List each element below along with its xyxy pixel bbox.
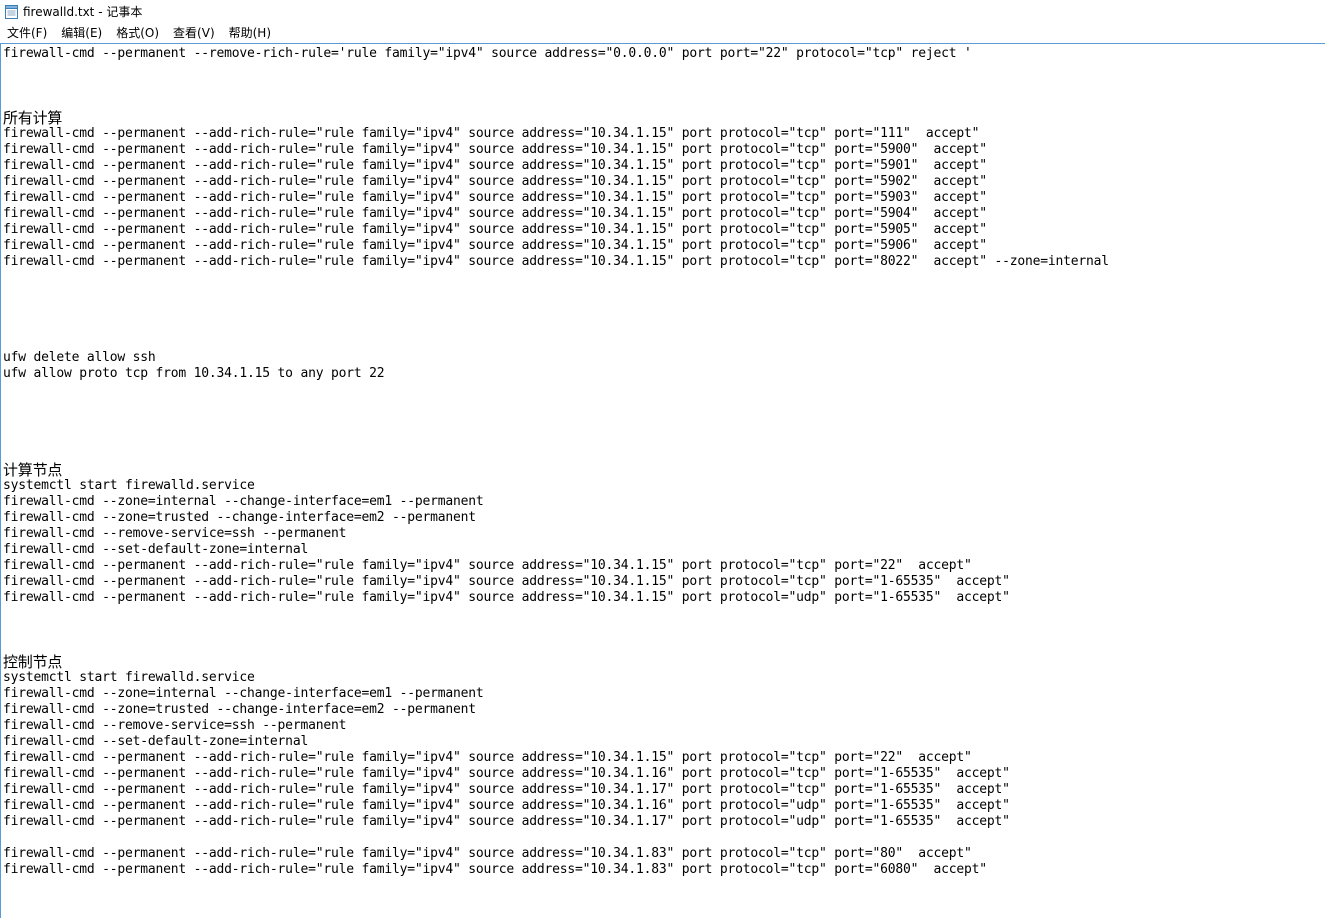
text-line: firewall-cmd --permanent --add-rich-rule… (3, 142, 987, 157)
menu-edit[interactable]: 编辑(E) (54, 23, 109, 42)
menu-file[interactable]: 文件(F) (0, 23, 54, 42)
text-line: firewall-cmd --zone=internal --change-in… (3, 686, 484, 701)
text-content[interactable]: firewall-cmd --permanent --remove-rich-r… (1, 44, 1325, 878)
text-line (3, 414, 1325, 430)
text-line: firewall-cmd --permanent --add-rich-rule… (3, 158, 987, 173)
title-bar: firewalld.txt - 记事本 (0, 0, 1325, 22)
text-line (3, 606, 1325, 622)
text-line (3, 622, 1325, 638)
text-line: firewall-cmd --remove-service=ssh --perm… (3, 718, 347, 733)
text-line: firewall-cmd --zone=internal --change-in… (3, 494, 484, 509)
text-line: firewall-cmd --permanent --add-rich-rule… (3, 574, 1010, 589)
text-editor-area[interactable]: firewall-cmd --permanent --remove-rich-r… (0, 43, 1325, 918)
menu-format[interactable]: 格式(O) (109, 23, 166, 42)
text-line: firewall-cmd --permanent --add-rich-rule… (3, 174, 987, 189)
menu-view[interactable]: 查看(V) (166, 23, 222, 42)
text-line: firewall-cmd --permanent --add-rich-rule… (3, 750, 972, 765)
text-line: firewall-cmd --permanent --add-rich-rule… (3, 126, 980, 141)
section-heading-line: 计算节点 (3, 461, 63, 479)
text-line: firewall-cmd --zone=trusted --change-int… (3, 702, 476, 717)
text-line: firewall-cmd --remove-service=ssh --perm… (3, 526, 347, 541)
text-line: firewall-cmd --permanent --add-rich-rule… (3, 862, 987, 877)
text-line (3, 270, 1325, 286)
text-line (3, 430, 1325, 446)
section-heading-line: 控制节点 (3, 653, 63, 671)
text-line: firewall-cmd --permanent --add-rich-rule… (3, 558, 972, 573)
text-line (3, 830, 1325, 846)
notepad-window: firewalld.txt - 记事本 文件(F) 编辑(E) 格式(O) 查看… (0, 0, 1325, 918)
text-line (3, 286, 1325, 302)
text-line: firewall-cmd --set-default-zone=internal (3, 542, 309, 557)
text-line: systemctl start firewalld.service (3, 478, 255, 493)
text-line (3, 334, 1325, 350)
text-line: firewall-cmd --permanent --add-rich-rule… (3, 766, 1010, 781)
text-line: firewall-cmd --permanent --add-rich-rule… (3, 590, 1010, 605)
text-line (3, 318, 1325, 334)
text-line: firewall-cmd --permanent --add-rich-rule… (3, 206, 987, 221)
menu-help[interactable]: 帮助(H) (222, 23, 278, 42)
text-line: firewall-cmd --permanent --add-rich-rule… (3, 798, 1010, 813)
text-line (3, 382, 1325, 398)
text-line (3, 62, 1325, 78)
text-line (3, 446, 1325, 462)
text-line: systemctl start firewalld.service (3, 670, 255, 685)
text-line: firewall-cmd --permanent --add-rich-rule… (3, 846, 972, 861)
notepad-icon (5, 4, 18, 19)
text-line: firewall-cmd --permanent --add-rich-rule… (3, 782, 1010, 797)
text-line: firewall-cmd --permanent --add-rich-rule… (3, 222, 987, 237)
text-line: firewall-cmd --permanent --remove-rich-r… (3, 46, 972, 61)
text-line: ufw allow proto tcp from 10.34.1.15 to a… (3, 366, 385, 381)
section-heading-line: 所有计算 (3, 109, 63, 127)
text-line (3, 302, 1325, 318)
text-line: firewall-cmd --zone=trusted --change-int… (3, 510, 476, 525)
text-line: firewall-cmd --permanent --add-rich-rule… (3, 238, 987, 253)
text-line: firewall-cmd --permanent --add-rich-rule… (3, 814, 1010, 829)
window-title: firewalld.txt - 记事本 (23, 4, 143, 19)
text-line (3, 94, 1325, 110)
text-line (3, 398, 1325, 414)
text-line: firewall-cmd --permanent --add-rich-rule… (3, 254, 1109, 269)
text-line (3, 78, 1325, 94)
text-line: firewall-cmd --set-default-zone=internal (3, 734, 309, 749)
menu-bar: 文件(F) 编辑(E) 格式(O) 查看(V) 帮助(H) (0, 22, 1325, 42)
text-line: firewall-cmd --permanent --add-rich-rule… (3, 190, 987, 205)
text-line (3, 638, 1325, 654)
text-line: ufw delete allow ssh (3, 350, 156, 365)
